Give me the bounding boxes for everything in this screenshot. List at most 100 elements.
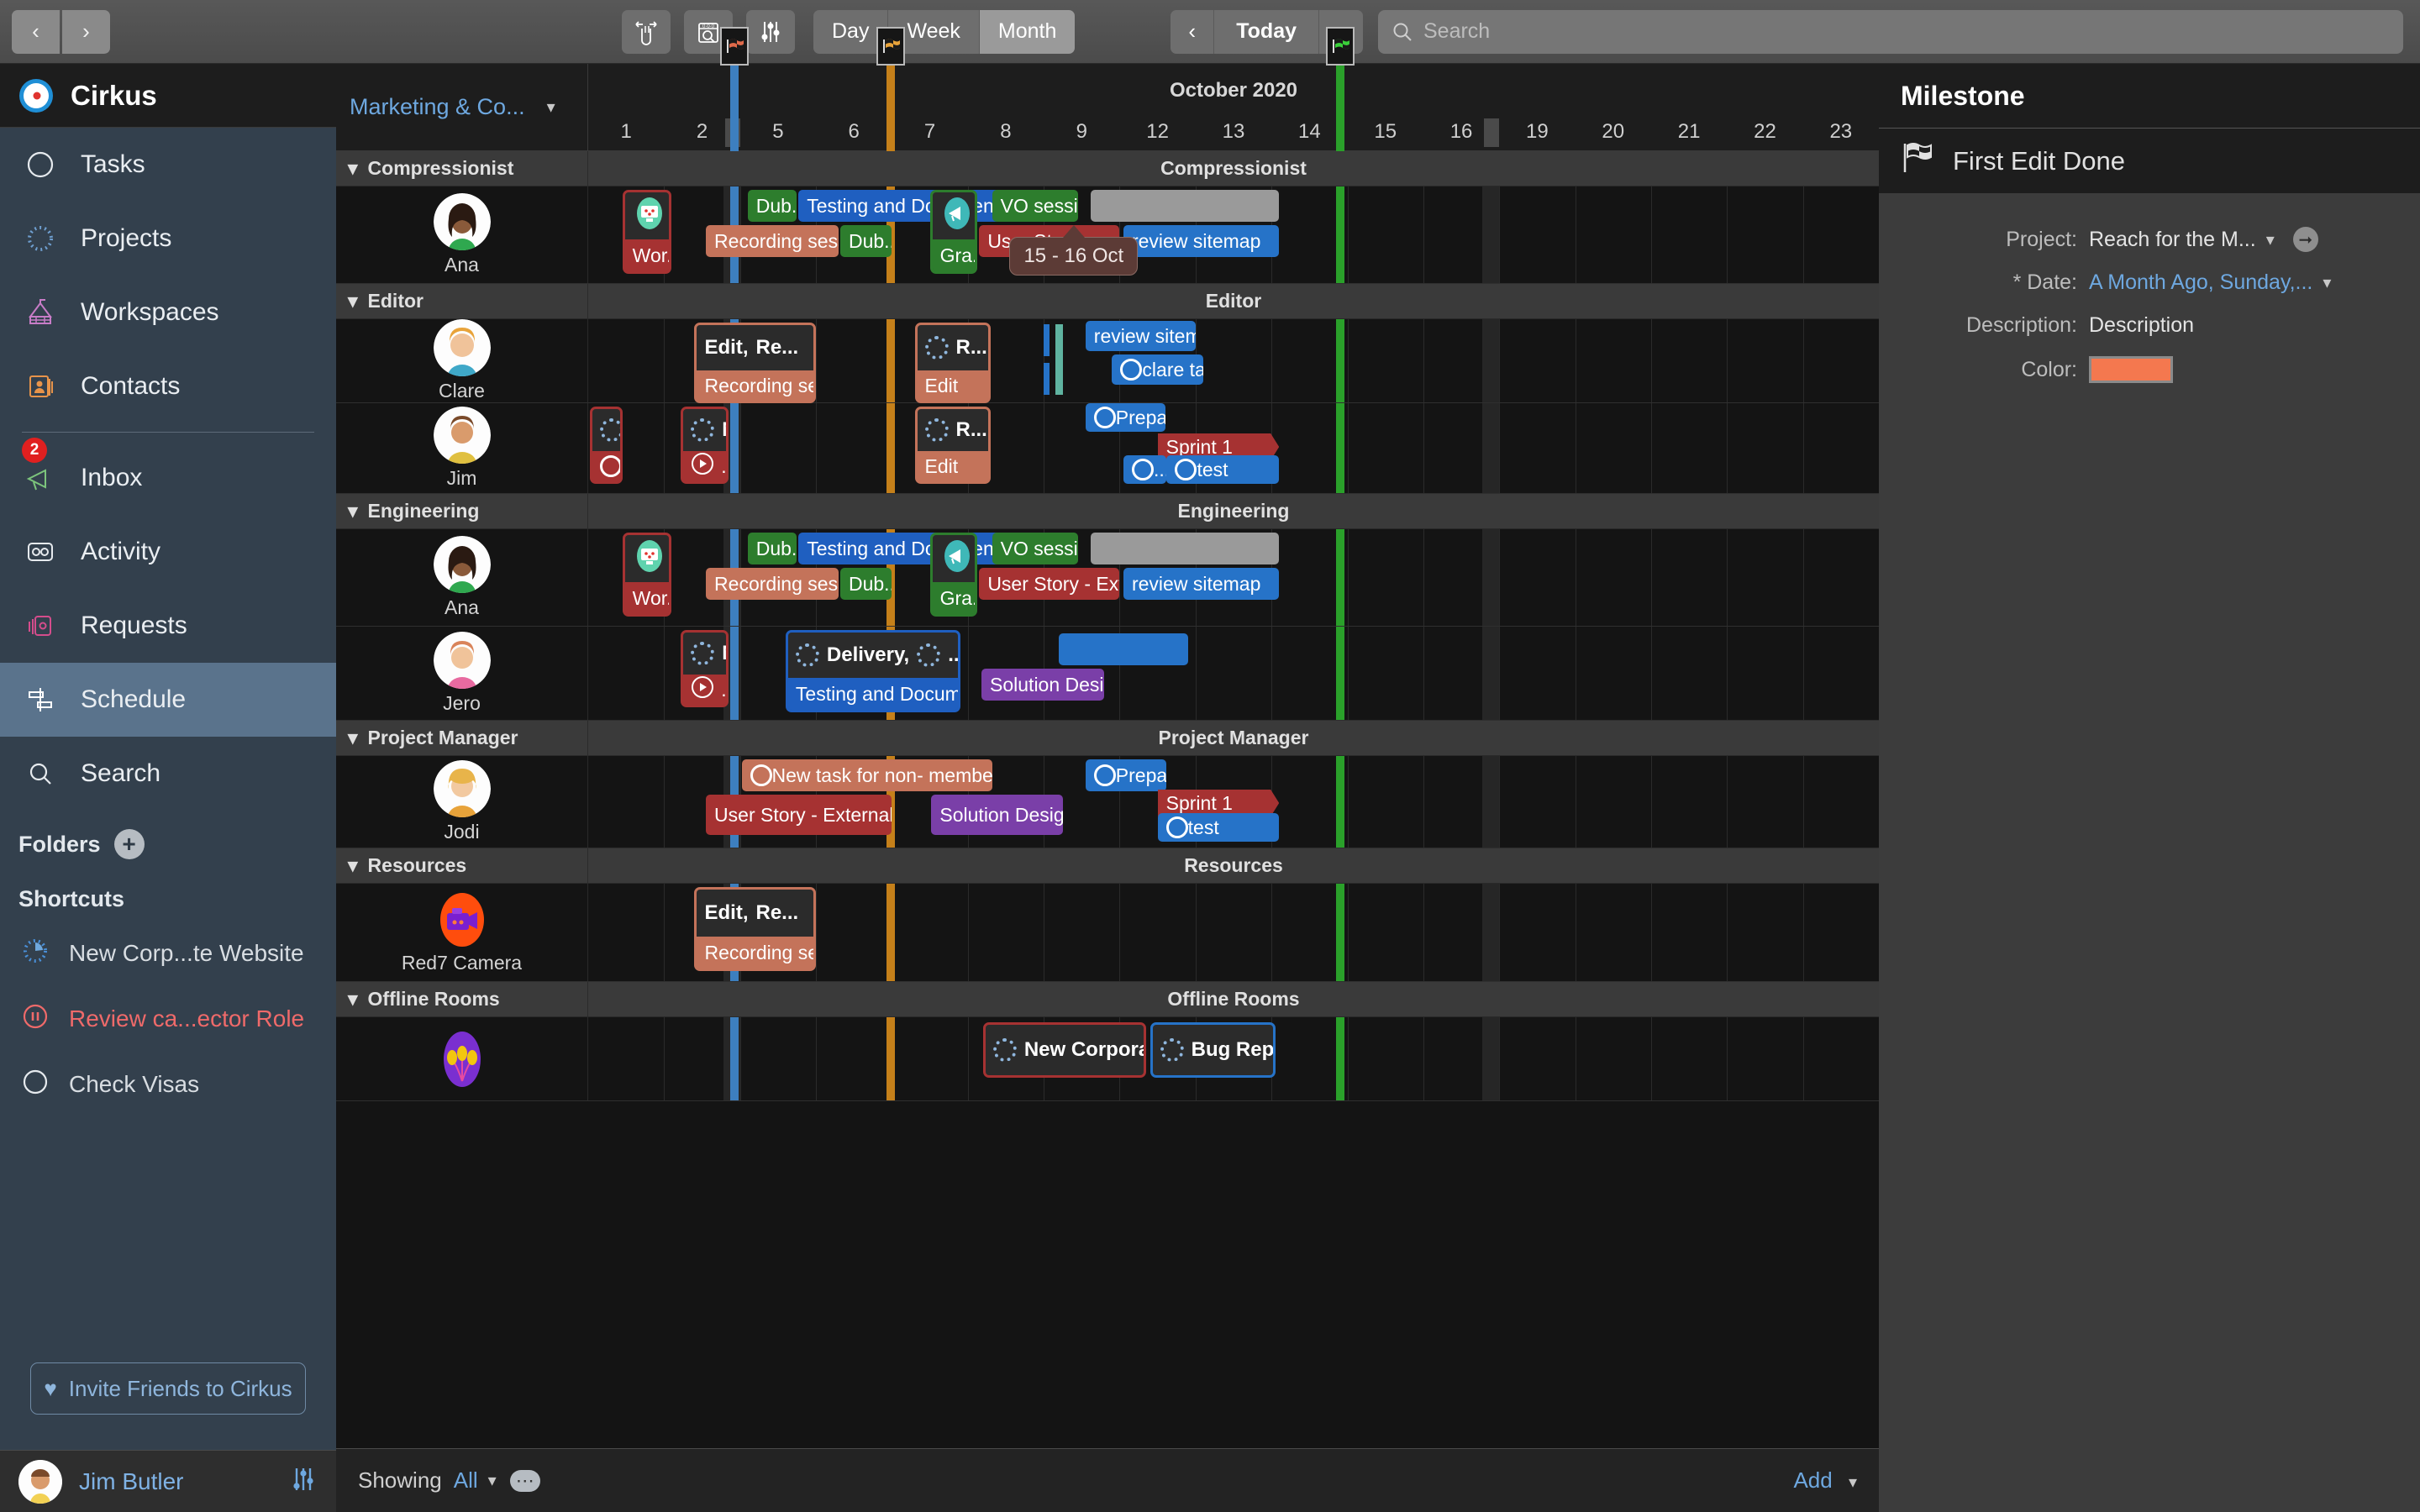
resource-cell[interactable]: Clare — [336, 319, 588, 402]
resource-cell[interactable]: Ana — [336, 186, 588, 283]
task-bar[interactable]: review sitemap — [1085, 321, 1196, 351]
card-top[interactable]: New Corporate We... — [985, 1025, 1144, 1075]
description-value[interactable]: Description — [2089, 313, 2194, 338]
project-value[interactable]: Reach for the M... — [2089, 228, 2256, 252]
task-card[interactable]: Delivery,... Testing and Document... — [785, 630, 960, 712]
task-bar[interactable]: Dub... — [839, 568, 892, 600]
task-bar[interactable]: Recording session — [706, 225, 839, 257]
card-top[interactable]: Edit, Re... — [697, 325, 814, 370]
group-name-cell[interactable]: ▾ Compressionist — [336, 151, 588, 186]
sidebar-item-search[interactable]: Search — [0, 737, 336, 811]
card-bottom[interactable]: Wor... — [624, 582, 670, 614]
today-button[interactable]: Today — [1214, 9, 1319, 54]
back-button[interactable]: ‹ — [12, 9, 60, 54]
card-top[interactable]: Bug Reports, — [1152, 1025, 1273, 1075]
project-selector[interactable]: Marketing & Co... ▾ — [336, 64, 588, 150]
disclosure-triangle-icon[interactable]: ▾ — [348, 500, 358, 522]
card-bottom[interactable]: Gra... — [932, 239, 975, 271]
group-name-cell[interactable]: ▾ Editor — [336, 284, 588, 318]
task-bar[interactable]: New task for non- member — [741, 759, 992, 791]
card-top[interactable]: Delivery,... — [787, 633, 958, 678]
color-swatch[interactable] — [2089, 356, 2173, 383]
chevron-down-icon[interactable]: ▾ — [2323, 272, 2331, 293]
task-bar[interactable]: Dub... — [839, 225, 892, 257]
disclosure-triangle-icon[interactable]: ▾ — [348, 290, 358, 312]
task-bar[interactable]: VO session — [992, 190, 1078, 222]
task-bar[interactable]: Dub... — [747, 190, 797, 222]
card-bottom[interactable]: Wor... — [624, 239, 670, 271]
task-card[interactable]: New Corporate We... — [982, 1022, 1147, 1078]
task-card[interactable]: Wor... — [622, 190, 672, 274]
task-bar[interactable]: User Story - External — [706, 795, 892, 835]
shortcut-check-visas[interactable]: Check Visas — [0, 1052, 336, 1117]
card-top[interactable] — [624, 192, 670, 239]
task-bar[interactable]: ... — [1123, 455, 1167, 484]
sidebar-item-requests[interactable]: Requests — [0, 589, 336, 663]
resource-lane[interactable] — [588, 627, 1879, 720]
search-input[interactable]: Search — [1378, 9, 2403, 54]
card-bottom[interactable]: Edit — [917, 451, 988, 481]
task-card[interactable]: N... — [681, 630, 729, 707]
task-bar[interactable] — [1059, 633, 1188, 665]
next-period-button[interactable]: › — [1319, 9, 1363, 54]
current-user-bar[interactable]: Jim Butler — [0, 1450, 336, 1512]
task-card[interactable]: Gra... — [929, 190, 977, 274]
group-name-cell[interactable]: ▾ Project Manager — [336, 721, 588, 755]
card-bottom[interactable]: Gra... — [932, 582, 975, 614]
schedule-grid[interactable]: ▾ Compressionist Compressionist Ana Wor... Du… — [336, 151, 1879, 1448]
prev-period-button[interactable]: ‹ — [1171, 9, 1215, 54]
task-bar[interactable]: Recording session — [706, 568, 839, 600]
sidebar-item-tasks[interactable]: Tasks — [0, 128, 336, 202]
task-bar[interactable] — [1091, 190, 1280, 222]
resource-cell[interactable]: Jim — [336, 403, 588, 493]
task-bar[interactable]: Solution Design — [931, 795, 1063, 835]
card-top[interactable]: R... — [917, 325, 988, 370]
task-card[interactable]: R... Edit — [914, 407, 991, 484]
card-top[interactable] — [592, 409, 620, 451]
sidebar-item-inbox[interactable]: 2 Inbox — [0, 438, 336, 515]
group-header-row[interactable]: ▾ Project Manager Project Manager — [336, 721, 1879, 756]
add-button[interactable]: Add ▾ — [1793, 1467, 1857, 1494]
task-bar[interactable]: VO session — [992, 533, 1078, 564]
shortcut-new-corporate-website[interactable]: New Corp...te Website — [0, 921, 336, 986]
task-bar[interactable] — [1091, 533, 1280, 564]
task-bar[interactable]: test — [1157, 813, 1280, 842]
filter-button[interactable] — [746, 9, 795, 54]
sliders-icon[interactable] — [289, 1465, 318, 1498]
group-header-row[interactable]: ▾ Resources Resources — [336, 848, 1879, 884]
card-bottom[interactable]: ... — [683, 451, 727, 481]
task-card[interactable]: Wor... — [622, 533, 672, 617]
forward-button[interactable]: › — [62, 9, 110, 54]
group-name-cell[interactable]: ▾ Resources — [336, 848, 588, 883]
card-top[interactable]: N — [683, 409, 727, 451]
disclosure-triangle-icon[interactable]: ▾ — [348, 854, 358, 877]
task-card[interactable]: Bug Reports, — [1150, 1022, 1276, 1078]
card-bottom[interactable] — [592, 451, 620, 481]
card-bottom[interactable]: Recording session — [697, 937, 814, 969]
showing-filter-value[interactable]: All — [454, 1467, 478, 1494]
sidebar-item-schedule[interactable]: Schedule — [0, 663, 336, 737]
group-header-row[interactable]: ▾ Editor Editor — [336, 284, 1879, 319]
shortcut-review-director-role[interactable]: Review ca...ector Role — [0, 986, 336, 1052]
find-date-button[interactable]: 0·0·0 — [684, 9, 733, 54]
task-bar[interactable]: review sitemap — [1123, 568, 1280, 600]
task-bar[interactable]: User Story - External — [979, 568, 1120, 600]
card-bottom[interactable]: Edit — [917, 370, 988, 401]
sidebar-item-contacts[interactable]: Contacts — [0, 349, 336, 423]
group-header-row[interactable]: ▾ Offline Rooms Offline Rooms — [336, 982, 1879, 1017]
task-card[interactable]: Gra... — [929, 533, 977, 617]
disclosure-triangle-icon[interactable]: ▾ — [348, 157, 358, 180]
resource-cell[interactable]: Red7 Camera — [336, 884, 588, 981]
view-segmented-control[interactable]: Day Week Month — [813, 9, 1076, 54]
task-card[interactable]: Edit, Re... Recording session — [694, 887, 817, 971]
card-bottom[interactable]: Testing and Document... — [787, 678, 958, 710]
tab-month[interactable]: Month — [979, 9, 1076, 54]
task-card[interactable]: N... — [681, 407, 729, 484]
card-top[interactable] — [932, 192, 975, 239]
card-top[interactable]: N — [683, 633, 727, 675]
card-bottom[interactable]: Recording session — [697, 370, 814, 401]
task-bar[interactable]: test — [1166, 455, 1280, 484]
group-name-cell[interactable]: ▾ Offline Rooms — [336, 982, 588, 1016]
card-top[interactable] — [932, 535, 975, 582]
sidebar-item-activity[interactable]: Activity — [0, 515, 336, 589]
